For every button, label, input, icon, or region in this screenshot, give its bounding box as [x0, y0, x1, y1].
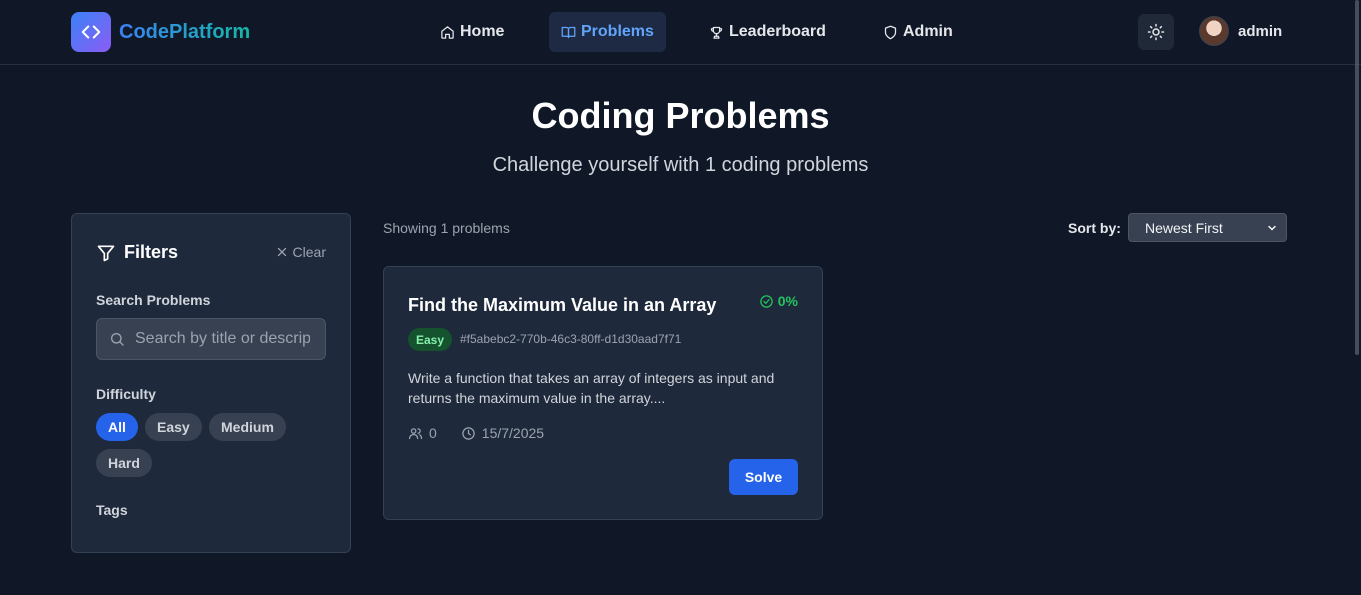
problem-description: Write a function that takes an array of …	[408, 370, 775, 406]
sort-label: Sort by:	[1068, 220, 1121, 236]
avatar	[1199, 16, 1229, 46]
page-subtitle: Challenge yourself with 1 coding problem…	[492, 154, 869, 176]
difficulty-chip-hard[interactable]: Hard	[96, 449, 152, 477]
difficulty-chip-all[interactable]: All	[96, 413, 138, 441]
nav-problems[interactable]: Problems	[549, 12, 666, 52]
trophy-icon	[710, 26, 723, 39]
clear-label: Clear	[292, 244, 326, 260]
filters-title: Filters	[124, 242, 179, 262]
difficulty-chip-medium[interactable]: Medium	[209, 413, 286, 441]
acceptance-rate: 0%	[759, 293, 798, 309]
difficulty-badge: Easy	[408, 328, 453, 351]
filters-panel: Filters Clear Search Problems Difficulty…	[71, 213, 351, 553]
problem-date: 15/7/2025	[481, 425, 545, 441]
nav-leaderboard[interactable]: Leaderboard	[697, 12, 838, 52]
search-field[interactable]	[96, 318, 326, 360]
difficulty-label: Difficulty	[96, 386, 156, 402]
nav-admin[interactable]: Admin	[871, 12, 965, 52]
clear-filters-button[interactable]: Clear	[276, 244, 326, 260]
filter-icon	[97, 245, 115, 261]
problem-meta: 0 15/7/2025	[408, 425, 544, 441]
clock-icon	[462, 426, 475, 440]
user-menu[interactable]: admin	[1199, 16, 1282, 46]
shield-icon	[884, 25, 897, 39]
submissions-count: 0	[429, 425, 437, 441]
nav-problems-label: Problems	[581, 23, 654, 40]
page-title: Coding Problems	[531, 95, 830, 136]
top-navbar: CodePlatform Home Problems Leaderboard A…	[0, 0, 1361, 65]
problem-title[interactable]: Find the Maximum Value in an Array	[408, 295, 716, 316]
problem-card[interactable]: Find the Maximum Value in an Array 0% Ea…	[383, 266, 823, 520]
acceptance-value: 0%	[777, 293, 798, 309]
home-icon	[441, 25, 454, 39]
page-scrollbar[interactable]	[1355, 0, 1359, 355]
problem-id: #f5abebc2-770b-46c3-80ff-d1d30aad7f71	[460, 332, 682, 346]
search-input[interactable]	[135, 330, 310, 348]
search-label: Search Problems	[96, 292, 211, 308]
nav-home[interactable]: Home	[428, 12, 516, 52]
sun-icon	[1147, 23, 1165, 41]
book-icon	[561, 26, 576, 38]
users-icon	[408, 427, 423, 439]
nav-admin-label: Admin	[903, 23, 953, 40]
solve-button[interactable]: Solve	[729, 459, 798, 495]
search-icon	[111, 333, 124, 346]
tags-label: Tags	[96, 502, 128, 518]
difficulty-chip-easy[interactable]: Easy	[145, 413, 202, 441]
sort-select[interactable]: Newest First	[1128, 213, 1287, 242]
check-circle-icon	[760, 294, 773, 308]
sort-value: Newest First	[1145, 219, 1223, 236]
filters-header: Filters	[96, 242, 178, 263]
chevron-down-icon	[1268, 225, 1276, 230]
user-name: admin	[1238, 22, 1283, 40]
nav-leaderboard-label: Leaderboard	[729, 23, 826, 40]
nav-home-label: Home	[460, 23, 505, 40]
theme-toggle-button[interactable]	[1138, 14, 1174, 50]
close-icon	[277, 247, 286, 257]
results-count: Showing 1 problems	[383, 220, 510, 236]
